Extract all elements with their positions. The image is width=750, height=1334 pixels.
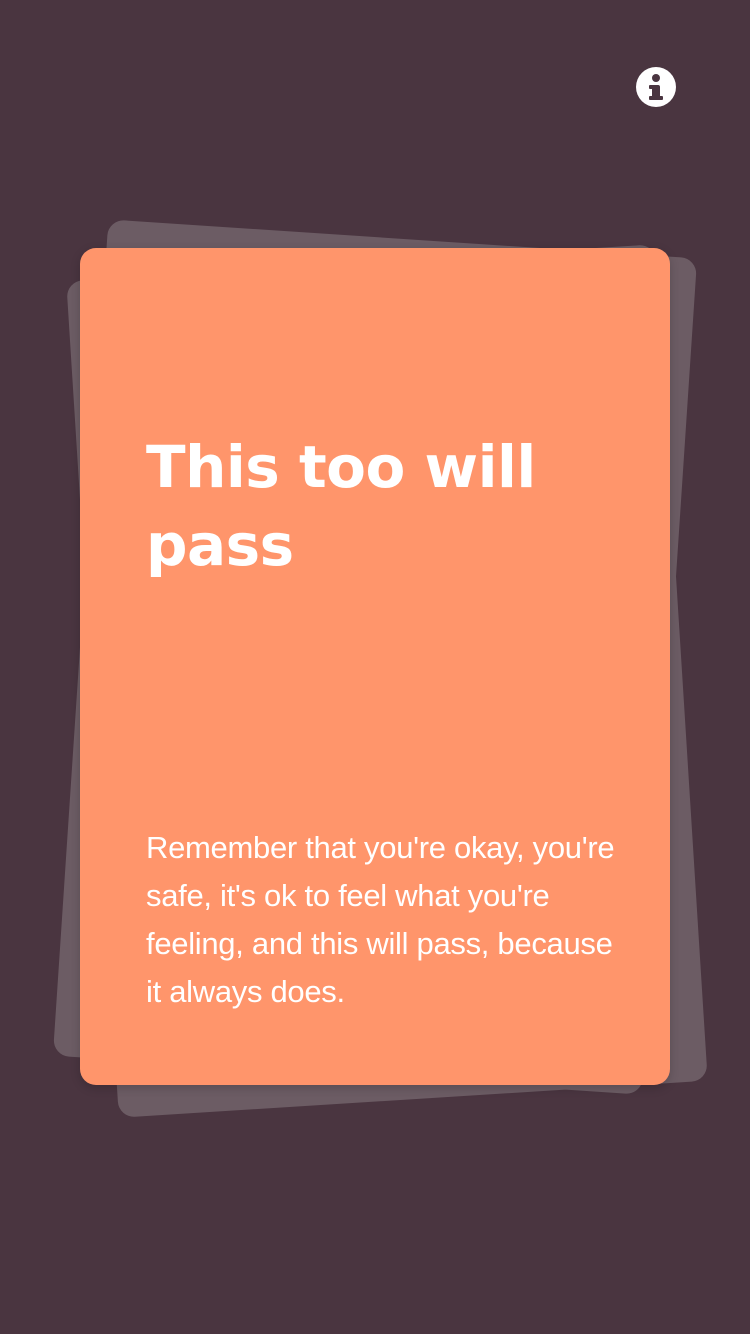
info-icon[interactable] bbox=[636, 67, 676, 107]
affirmation-card[interactable]: This too will pass Remember that you're … bbox=[80, 248, 670, 1085]
info-stem-foot bbox=[649, 96, 663, 100]
card-body-text: Remember that you're okay, you're safe, … bbox=[146, 830, 615, 1009]
card-screen: This too will pass Remember that you're … bbox=[0, 0, 750, 1334]
card-title: This too will pass bbox=[146, 433, 536, 579]
info-dot bbox=[652, 74, 660, 82]
